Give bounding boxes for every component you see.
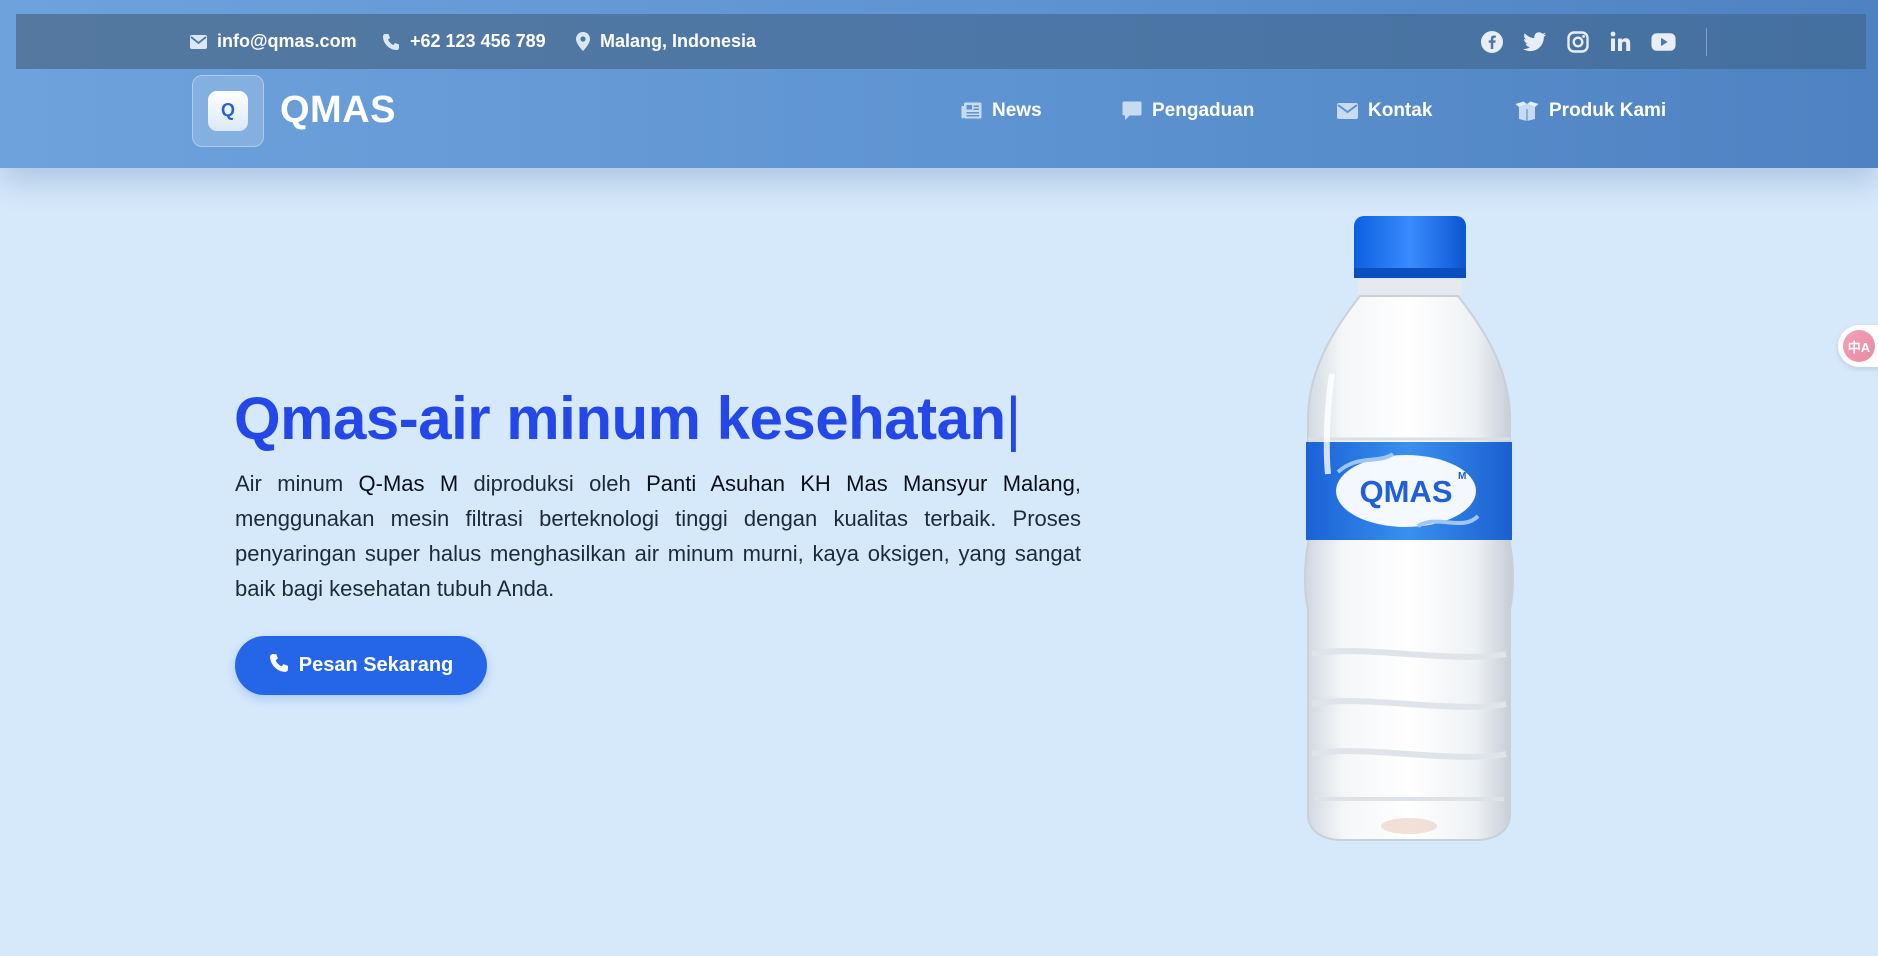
- page: info@qmas.com +62 123 456 789 Malang, In…: [0, 0, 1878, 956]
- box-icon: [1515, 101, 1539, 121]
- hero-title-text: Qmas-air minum kesehatan: [234, 385, 1006, 452]
- desc-part: Air minum: [235, 471, 359, 496]
- hero-description: Air minum Q-Mas M diproduksi oleh Panti …: [235, 466, 1081, 606]
- order-now-label: Pesan Sekarang: [298, 654, 454, 676]
- comment-icon: [1122, 101, 1142, 121]
- nav-item-news[interactable]: News: [961, 74, 1042, 147]
- instagram-icon[interactable]: [1565, 29, 1590, 54]
- contact-phone-text: +62 123 456 789: [410, 31, 546, 51]
- order-now-button[interactable]: Pesan Sekarang: [235, 636, 487, 695]
- envelope-icon: [1337, 102, 1358, 119]
- bottle-label-brand: QMAS: [1360, 474, 1453, 509]
- desc-organization: Panti Asuhan KH Mas Mansyur Malang: [646, 471, 1075, 496]
- contact-email-text: info@qmas.com: [217, 31, 357, 51]
- youtube-icon[interactable]: [1651, 29, 1676, 54]
- phone-icon: [269, 653, 289, 679]
- bottle-label-mark: M: [1458, 471, 1466, 482]
- product-bottle-image: QMAS M: [1298, 214, 1520, 844]
- nav-item-label: Produk Kami: [1549, 99, 1667, 121]
- map-marker-icon: [576, 32, 590, 51]
- contact-location[interactable]: Malang, Indonesia: [576, 14, 756, 69]
- nav-item-pengaduan[interactable]: Pengaduan: [1122, 74, 1254, 147]
- translate-button[interactable]: 中A: [1838, 325, 1878, 367]
- contact-phone[interactable]: +62 123 456 789: [382, 14, 546, 69]
- social-links: [1479, 14, 1676, 69]
- nav-item-kontak[interactable]: Kontak: [1337, 74, 1432, 147]
- nav-item-label: News: [992, 99, 1042, 121]
- site-header: info@qmas.com +62 123 456 789 Malang, In…: [0, 0, 1878, 168]
- envelope-icon: [190, 34, 207, 49]
- hero-title: Qmas-air minum kesehatan|: [234, 384, 1021, 453]
- desc-part: diproduksi oleh: [458, 471, 647, 496]
- phone-icon: [382, 33, 400, 51]
- typing-cursor: |: [1005, 385, 1022, 452]
- main-nav: News Pengaduan Kontak Produk Kami: [0, 74, 1878, 147]
- facebook-icon[interactable]: [1479, 29, 1504, 54]
- topbar-divider: [1706, 28, 1707, 56]
- contact-email[interactable]: info@qmas.com: [190, 14, 357, 69]
- nav-item-label: Kontak: [1368, 99, 1433, 121]
- twitter-icon[interactable]: [1522, 29, 1547, 54]
- linkedin-icon[interactable]: [1608, 29, 1633, 54]
- nav-item-label: Pengaduan: [1152, 99, 1255, 121]
- translate-icon: 中A: [1843, 330, 1875, 362]
- contact-location-text: Malang, Indonesia: [600, 31, 757, 51]
- newspaper-icon: [961, 102, 982, 119]
- desc-brand: Q-Mas M: [358, 471, 459, 496]
- top-contact-bar: info@qmas.com +62 123 456 789 Malang, In…: [16, 14, 1866, 69]
- nav-item-produk-kami[interactable]: Produk Kami: [1515, 74, 1666, 147]
